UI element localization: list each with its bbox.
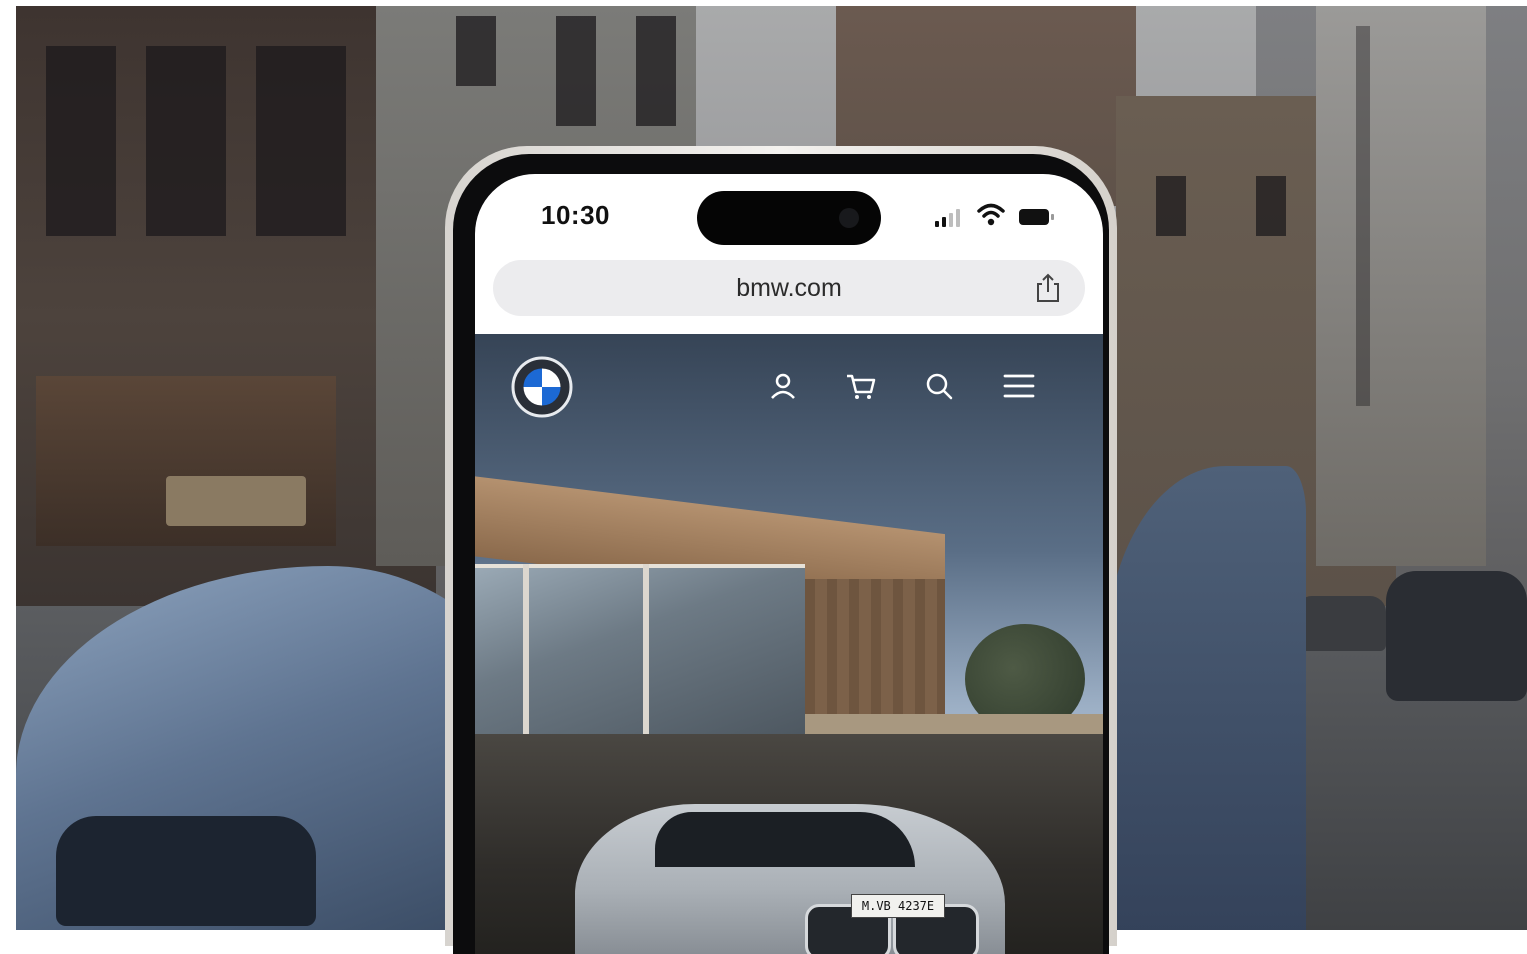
account-icon[interactable] <box>765 368 801 404</box>
car-grille <box>56 816 316 926</box>
window-frame <box>643 564 649 739</box>
shop-sign <box>166 476 306 526</box>
url-text[interactable]: bmw.com <box>493 274 1085 303</box>
camera-icon <box>839 208 859 228</box>
battery-icon <box>1019 209 1054 225</box>
phone-screen: 10:30 bmw.com M.VB 4237E <box>475 174 1103 954</box>
license-plate: M.VB 4237E <box>851 894 945 918</box>
menu-icon[interactable] <box>1001 368 1037 404</box>
share-icon[interactable] <box>1033 272 1063 304</box>
car-windshield <box>655 812 915 867</box>
status-bar: 10:30 <box>475 174 1103 254</box>
address-bar[interactable]: bmw.com <box>493 260 1085 316</box>
smartphone: 10:30 bmw.com M.VB 4237E <box>445 146 1117 954</box>
page: 10:30 bmw.com M.VB 4237E <box>0 0 1527 954</box>
parked-car-distant <box>1296 596 1386 651</box>
bmw-logo[interactable] <box>511 356 573 418</box>
license-plate-text: M.VB 4237E <box>861 899 935 913</box>
window-frame <box>523 564 529 739</box>
building-far-right <box>1316 6 1486 566</box>
cart-icon[interactable] <box>843 368 879 404</box>
status-time: 10:30 <box>541 200 610 230</box>
signal-icon <box>935 207 965 227</box>
parked-car-far <box>1386 571 1527 701</box>
search-icon[interactable] <box>921 368 957 404</box>
bmw-website: M.VB 4237E <box>475 334 1103 954</box>
bmw-car-right <box>1106 466 1306 930</box>
wifi-icon <box>977 203 1005 226</box>
dynamic-island <box>697 191 881 245</box>
site-header <box>475 334 1103 444</box>
phone-bezel: 10:30 bmw.com M.VB 4237E <box>453 154 1109 954</box>
